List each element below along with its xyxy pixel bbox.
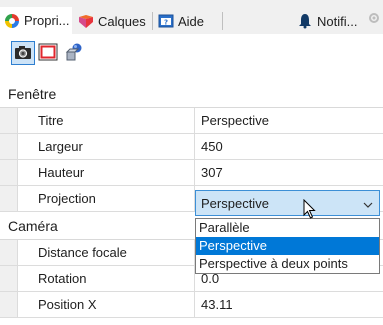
- row-gutter: [0, 186, 18, 211]
- mouse-pointer-icon: [303, 198, 317, 221]
- viewport-frame-button[interactable]: [36, 41, 60, 65]
- tab-notifications[interactable]: Notifi...: [293, 8, 361, 34]
- panel-tab-strip: Propri... Calques ? Aide Notifi...: [0, 0, 383, 34]
- property-name: Largeur: [18, 134, 195, 159]
- tab-help[interactable]: ? Aide: [154, 8, 208, 34]
- frame-icon: [38, 43, 58, 64]
- row-gutter: [0, 292, 18, 317]
- property-row: Largeur 450: [0, 134, 383, 160]
- section-title: Caméra: [8, 217, 58, 234]
- tab-label: Notifi...: [317, 13, 358, 29]
- tab-properties[interactable]: Propri...: [0, 7, 72, 34]
- projection-option-perspective[interactable]: Perspective: [196, 237, 379, 255]
- gear-icon[interactable]: [368, 12, 380, 24]
- section-window-header[interactable]: Fenêtre: [0, 80, 383, 108]
- projection-combobox[interactable]: Perspective: [195, 190, 380, 216]
- row-gutter: [0, 160, 18, 185]
- width-value-field[interactable]: 450: [195, 134, 383, 159]
- layers-icon: [78, 13, 94, 29]
- projection-option-two-point-perspective[interactable]: Perspective à deux points: [196, 255, 379, 273]
- property-name: Projection: [18, 186, 195, 211]
- projection-option-parallel[interactable]: Parallèle: [196, 219, 379, 237]
- property-row: Position X 43.11: [0, 292, 383, 318]
- property-row: Hauteur 307: [0, 160, 383, 186]
- chevron-down-icon[interactable]: [363, 198, 373, 208]
- tab-separator: [152, 12, 153, 30]
- row-gutter: [0, 108, 18, 133]
- projection-selected-value: Perspective: [201, 195, 269, 211]
- properties-toolbar: [0, 34, 383, 74]
- objects-icon: [64, 42, 84, 65]
- camera-button[interactable]: [11, 41, 35, 65]
- notifications-icon: [297, 13, 313, 29]
- property-name: Rotation: [18, 266, 195, 291]
- svg-text:?: ?: [164, 19, 168, 27]
- row-gutter: [0, 240, 18, 265]
- height-value-field[interactable]: 307: [195, 160, 383, 185]
- properties-icon: [4, 13, 20, 29]
- tab-label: Propri...: [24, 13, 70, 28]
- objects-button[interactable]: [62, 41, 86, 65]
- title-value-field[interactable]: Perspective: [195, 108, 383, 133]
- section-title: Fenêtre: [8, 85, 57, 102]
- row-gutter: [0, 134, 18, 159]
- property-name: Position X: [18, 292, 195, 317]
- tab-separator: [222, 12, 223, 30]
- property-name: Hauteur: [18, 160, 195, 185]
- row-gutter: [0, 266, 18, 291]
- property-name: Titre: [18, 108, 195, 133]
- tab-label: Aide: [178, 13, 205, 29]
- property-name: Distance focale: [18, 240, 195, 265]
- projection-dropdown-list: Parallèle Perspective Perspective à deux…: [195, 218, 380, 274]
- tab-label: Calques: [98, 13, 146, 29]
- help-icon: ?: [158, 13, 174, 29]
- camera-icon: [14, 44, 32, 63]
- position-x-value-field[interactable]: 43.11: [195, 292, 383, 317]
- property-row: Titre Perspective: [0, 108, 383, 134]
- tab-layers[interactable]: Calques: [74, 8, 150, 34]
